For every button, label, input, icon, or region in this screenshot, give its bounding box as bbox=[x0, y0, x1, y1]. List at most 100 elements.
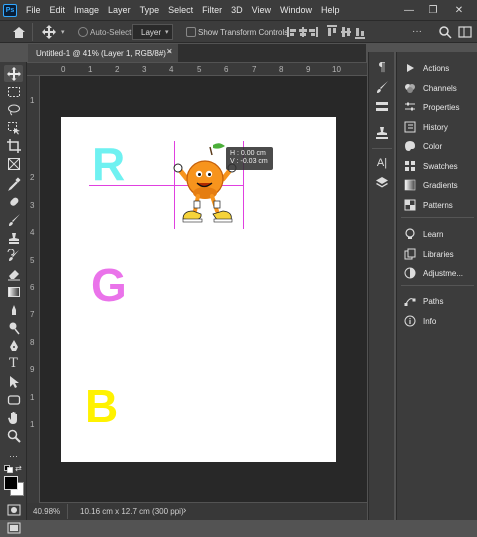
divider bbox=[401, 217, 474, 218]
menu-help[interactable]: Help bbox=[321, 5, 340, 15]
panel-color[interactable]: Color bbox=[397, 137, 477, 155]
screen-mode-icon[interactable] bbox=[7, 521, 21, 535]
panel-label: Channels bbox=[423, 83, 457, 93]
more-options-button[interactable]: ··· bbox=[412, 26, 422, 37]
search-icon[interactable] bbox=[436, 24, 454, 40]
status-menu-arrow[interactable]: › bbox=[183, 505, 186, 516]
menu-type[interactable]: Type bbox=[140, 5, 160, 15]
panel-channels[interactable]: Channels bbox=[397, 79, 477, 97]
panel-actions[interactable]: Actions bbox=[397, 59, 477, 77]
rectangle-tool-icon[interactable] bbox=[4, 391, 23, 408]
divider bbox=[67, 504, 68, 519]
quick-mask-icon[interactable] bbox=[7, 503, 21, 517]
close-window-button[interactable]: ✕ bbox=[449, 0, 469, 20]
zoom-tool-icon[interactable] bbox=[4, 427, 23, 444]
lasso-tool-icon[interactable] bbox=[4, 101, 23, 118]
workspace-icon[interactable] bbox=[457, 24, 473, 40]
pen-tool-icon[interactable] bbox=[4, 337, 23, 354]
ruler-top: 0 1 2 3 4 5 6 7 8 9 10 bbox=[56, 63, 367, 76]
panel-history[interactable]: History bbox=[397, 118, 477, 136]
menu-file[interactable]: File bbox=[26, 5, 41, 15]
object-selection-tool-icon[interactable] bbox=[4, 119, 23, 136]
type-tool-icon[interactable]: T bbox=[4, 355, 23, 372]
menu-edit[interactable]: Edit bbox=[50, 5, 66, 15]
character-icon[interactable]: A| bbox=[373, 155, 391, 171]
menu-window[interactable]: Window bbox=[280, 5, 312, 15]
menu-layer[interactable]: Layer bbox=[108, 5, 131, 15]
auto-select-target-dropdown[interactable]: Layer ▾ bbox=[132, 24, 173, 40]
auto-select-checkbox[interactable] bbox=[78, 27, 88, 37]
letter-b[interactable]: B bbox=[85, 383, 118, 429]
panel-patterns[interactable]: Patterns bbox=[397, 196, 477, 214]
healing-brush-tool-icon[interactable] bbox=[4, 193, 23, 210]
divider bbox=[401, 285, 474, 286]
panel-paths[interactable]: Paths bbox=[397, 292, 477, 310]
chevron-down-icon[interactable]: ▾ bbox=[61, 28, 65, 36]
move-tool-icon[interactable] bbox=[40, 24, 58, 40]
panel-learn[interactable]: Learn bbox=[397, 225, 477, 243]
menu-select[interactable]: Select bbox=[168, 5, 193, 15]
letter-g[interactable]: G bbox=[91, 262, 127, 308]
ruler-label: 2 bbox=[115, 65, 120, 74]
path-selection-tool-icon[interactable] bbox=[4, 373, 23, 390]
home-icon[interactable] bbox=[10, 24, 28, 40]
ruler-label: 5 bbox=[197, 65, 202, 74]
smudge-tool-icon[interactable] bbox=[4, 301, 23, 318]
hand-tool-icon[interactable] bbox=[4, 409, 23, 426]
tooltip-v: V : -0.03 cm bbox=[230, 158, 268, 165]
eraser-tool-icon[interactable] bbox=[4, 265, 23, 282]
marquee-tool-icon[interactable] bbox=[4, 83, 23, 100]
foreground-color-swatch[interactable] bbox=[4, 476, 18, 490]
color-icon bbox=[404, 140, 416, 152]
ruler-label: 1 bbox=[30, 420, 35, 429]
ruler-label: 3 bbox=[30, 201, 35, 210]
ruler-left: 1 2 3 4 5 6 7 8 9 1 1 bbox=[27, 76, 40, 503]
paths-icon bbox=[404, 295, 416, 307]
clone-source-icon[interactable] bbox=[373, 125, 391, 141]
collapsed-panels-strip: ¶ A| bbox=[368, 52, 394, 520]
menu-image[interactable]: Image bbox=[74, 5, 99, 15]
default-colors-icon[interactable] bbox=[4, 465, 14, 473]
move-tool-icon[interactable] bbox=[4, 65, 23, 82]
panel-gradients[interactable]: Gradients bbox=[397, 176, 477, 194]
ruler-label: 7 bbox=[30, 310, 35, 319]
crop-tool-icon[interactable] bbox=[4, 137, 23, 154]
ruler-label: 1 bbox=[30, 393, 35, 402]
clone-stamp-tool-icon[interactable] bbox=[4, 229, 23, 246]
panel-properties[interactable]: Properties bbox=[397, 98, 477, 116]
ruler-label: 5 bbox=[30, 256, 35, 265]
minimize-button[interactable]: — bbox=[399, 0, 419, 20]
dodge-tool-icon[interactable] bbox=[4, 319, 23, 336]
panel-info[interactable]: Info bbox=[397, 312, 477, 330]
panel-swatches[interactable]: Swatches bbox=[397, 157, 477, 175]
eyedropper-tool-icon[interactable] bbox=[4, 175, 23, 192]
menu-view[interactable]: View bbox=[252, 5, 271, 15]
ruler-label: 10 bbox=[332, 65, 341, 74]
letter-r[interactable]: R bbox=[92, 141, 125, 187]
brushes-icon[interactable] bbox=[373, 99, 391, 115]
frame-tool-icon[interactable] bbox=[4, 155, 23, 172]
panels-dock: Actions Channels Properties History Colo… bbox=[396, 52, 477, 520]
menu-3d[interactable]: 3D bbox=[231, 5, 243, 15]
brush-settings-icon[interactable] bbox=[373, 79, 391, 95]
panel-adjustments[interactable]: Adjustme... bbox=[397, 264, 477, 282]
gradient-tool-icon[interactable] bbox=[4, 283, 23, 300]
layers-icon[interactable] bbox=[373, 175, 391, 191]
document-canvas[interactable]: R G B H : 0.00 cm V: -0.03 cm bbox=[61, 117, 336, 462]
maximize-button[interactable]: ❐ bbox=[423, 0, 443, 20]
brush-tool-icon[interactable] bbox=[4, 211, 23, 228]
show-transform-checkbox[interactable] bbox=[186, 27, 196, 37]
zoom-level[interactable]: 40.98% bbox=[33, 507, 60, 516]
menu-filter[interactable]: Filter bbox=[202, 5, 222, 15]
channels-icon bbox=[404, 82, 416, 94]
history-brush-tool-icon[interactable] bbox=[4, 247, 23, 264]
auto-select-target-value: Layer bbox=[141, 27, 162, 37]
swap-colors-icon[interactable]: ⇄ bbox=[15, 464, 22, 473]
panel-label: Paths bbox=[423, 296, 444, 306]
close-tab-icon[interactable]: ✕ bbox=[166, 47, 173, 56]
edit-toolbar-icon[interactable]: ··· bbox=[4, 447, 23, 464]
swatches-icon bbox=[404, 160, 416, 172]
panel-libraries[interactable]: Libraries bbox=[397, 245, 477, 263]
document-tab[interactable]: Untitled-1 @ 41% (Layer 1, RGB/8#) * ✕ bbox=[28, 44, 178, 62]
paragraph-icon[interactable]: ¶ bbox=[373, 59, 391, 75]
